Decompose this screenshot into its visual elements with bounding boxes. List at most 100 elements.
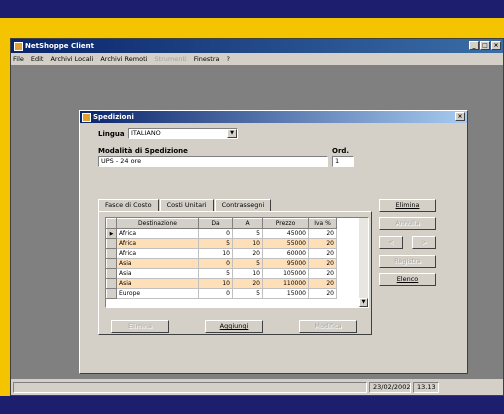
cell-iva[interactable]: 20 xyxy=(308,228,337,239)
ord-input[interactable]: 1 xyxy=(332,156,354,167)
mdi-area: Spedizioni × Lingua ITALIANO ▼ Modalità … xyxy=(11,65,503,379)
elimina-row-button[interactable]: Elimina xyxy=(111,320,169,333)
row-indicator xyxy=(106,278,117,289)
cell-prezzo[interactable]: 60000 xyxy=(262,248,309,259)
cell-iva[interactable]: 20 xyxy=(308,278,337,289)
col-iva[interactable]: Iva % xyxy=(308,218,337,229)
cell-iva[interactable]: 20 xyxy=(308,268,337,279)
table-row[interactable]: Asia 10 20 110000 20 xyxy=(106,278,337,289)
menu-archivi-remoti[interactable]: Archivi Remoti xyxy=(100,55,147,63)
cell-a[interactable]: 5 xyxy=(232,258,263,269)
menu-finestra[interactable]: Finestra xyxy=(194,55,220,63)
cell-da[interactable]: 10 xyxy=(198,278,233,289)
chevron-down-icon[interactable]: ▼ xyxy=(227,129,237,138)
modalita-input[interactable]: UPS - 24 ore xyxy=(98,156,328,167)
cell-destinazione[interactable]: Africa xyxy=(116,238,199,249)
row-indicator xyxy=(106,268,117,279)
table-row[interactable]: Asia 5 10 105000 20 xyxy=(106,268,337,279)
dialog-icon xyxy=(82,112,91,122)
lingua-label: Lingua xyxy=(98,130,125,138)
cell-prezzo[interactable]: 55000 xyxy=(262,238,309,249)
table-row[interactable]: Europe 0 5 15000 20 xyxy=(106,288,337,299)
col-destinazione[interactable]: Destinazione xyxy=(116,218,199,229)
statusbar: 23/02/2002 13.13 xyxy=(11,379,503,395)
cell-iva[interactable]: 20 xyxy=(308,258,337,269)
elimina-button[interactable]: Elimina xyxy=(379,199,436,212)
row-indicator xyxy=(106,248,117,259)
app-titlebar: NetShoppe Client _ □ × xyxy=(11,39,503,53)
table-row[interactable]: Africa 10 20 60000 20 xyxy=(106,248,337,259)
fasce-grid[interactable]: Destinazione Da A Prezzo Iva % ▶ Africa xyxy=(105,217,369,308)
col-prezzo[interactable]: Prezzo xyxy=(262,218,309,229)
cell-da[interactable]: 0 xyxy=(198,288,233,299)
cell-destinazione[interactable]: Asia xyxy=(116,268,199,279)
cell-iva[interactable]: 20 xyxy=(308,288,337,299)
table-row[interactable]: Asia 0 5 95000 20 xyxy=(106,258,337,269)
cell-a[interactable]: 20 xyxy=(232,248,263,259)
cell-iva[interactable]: 20 xyxy=(308,238,337,249)
cell-a[interactable]: 20 xyxy=(232,278,263,289)
menu-help[interactable]: ? xyxy=(227,55,230,63)
table-row[interactable]: Africa 5 10 55000 20 xyxy=(106,238,337,249)
menu-edit[interactable]: Edit xyxy=(31,55,44,63)
app-title: NetShoppe Client xyxy=(25,42,95,50)
modifica-button[interactable]: Modifica xyxy=(299,320,357,333)
menu-file[interactable]: File xyxy=(13,55,24,63)
table-row[interactable]: ▶ Africa 0 5 45000 20 xyxy=(106,228,337,239)
status-time: 13.13 xyxy=(413,381,439,393)
app-window: NetShoppe Client _ □ × File Edit Archivi… xyxy=(10,38,504,396)
registra-button[interactable]: Registra xyxy=(379,255,436,268)
lingua-select[interactable]: ITALIANO ▼ xyxy=(128,128,238,139)
cell-da[interactable]: 0 xyxy=(198,258,233,269)
dialog-close-button[interactable]: × xyxy=(455,112,465,121)
menubar: File Edit Archivi Locali Archivi Remoti … xyxy=(11,53,503,65)
cell-da[interactable]: 10 xyxy=(198,248,233,259)
col-a[interactable]: A xyxy=(232,218,263,229)
annulla-button[interactable]: Annulla xyxy=(379,217,436,230)
status-message xyxy=(13,381,367,393)
bottom-band xyxy=(0,396,504,414)
modalita-label: Modalità di Spedizione xyxy=(98,147,188,155)
menu-strumenti: Strumenti xyxy=(154,55,187,63)
cell-destinazione[interactable]: Africa xyxy=(116,228,199,239)
dialog-title: Spedizioni xyxy=(93,113,134,121)
next-button[interactable]: > xyxy=(412,236,436,249)
top-band xyxy=(0,0,504,18)
grid-scrollbar[interactable]: ▼ xyxy=(359,218,368,307)
cell-prezzo[interactable]: 45000 xyxy=(262,228,309,239)
cell-da[interactable]: 0 xyxy=(198,228,233,239)
close-button[interactable]: × xyxy=(491,41,501,50)
cell-prezzo[interactable]: 15000 xyxy=(262,288,309,299)
cell-prezzo[interactable]: 105000 xyxy=(262,268,309,279)
cell-destinazione[interactable]: Asia xyxy=(116,278,199,289)
lingua-value: ITALIANO xyxy=(131,129,161,137)
cell-a[interactable]: 5 xyxy=(232,228,263,239)
cell-destinazione[interactable]: Asia xyxy=(116,258,199,269)
row-indicator xyxy=(106,238,117,249)
tab-costi-unitari[interactable]: Costi Unitari xyxy=(159,199,214,211)
cell-a[interactable]: 10 xyxy=(232,268,263,279)
maximize-button[interactable]: □ xyxy=(480,41,490,50)
spedizioni-dialog: Spedizioni × Lingua ITALIANO ▼ Modalità … xyxy=(79,110,468,374)
elenco-button[interactable]: Elenco xyxy=(379,273,436,286)
aggiungi-button[interactable]: Aggiungi xyxy=(205,320,263,333)
scroll-down-icon[interactable]: ▼ xyxy=(359,298,368,307)
minimize-button[interactable]: _ xyxy=(469,41,479,50)
cell-da[interactable]: 5 xyxy=(198,238,233,249)
cell-destinazione[interactable]: Africa xyxy=(116,248,199,259)
ord-label: Ord. xyxy=(332,147,350,155)
app-icon xyxy=(14,41,23,51)
row-indicator-header xyxy=(106,218,117,229)
cell-prezzo[interactable]: 110000 xyxy=(262,278,309,289)
cell-da[interactable]: 5 xyxy=(198,268,233,279)
col-da[interactable]: Da xyxy=(198,218,233,229)
menu-archivi-locali[interactable]: Archivi Locali xyxy=(50,55,93,63)
cell-prezzo[interactable]: 95000 xyxy=(262,258,309,269)
cell-a[interactable]: 5 xyxy=(232,288,263,299)
cell-a[interactable]: 10 xyxy=(232,238,263,249)
cell-destinazione[interactable]: Europe xyxy=(116,288,199,299)
row-indicator xyxy=(106,258,117,269)
cell-iva[interactable]: 20 xyxy=(308,248,337,259)
prev-button[interactable]: < xyxy=(379,236,403,249)
tab-contrassegni[interactable]: Contrassegni xyxy=(214,199,272,211)
